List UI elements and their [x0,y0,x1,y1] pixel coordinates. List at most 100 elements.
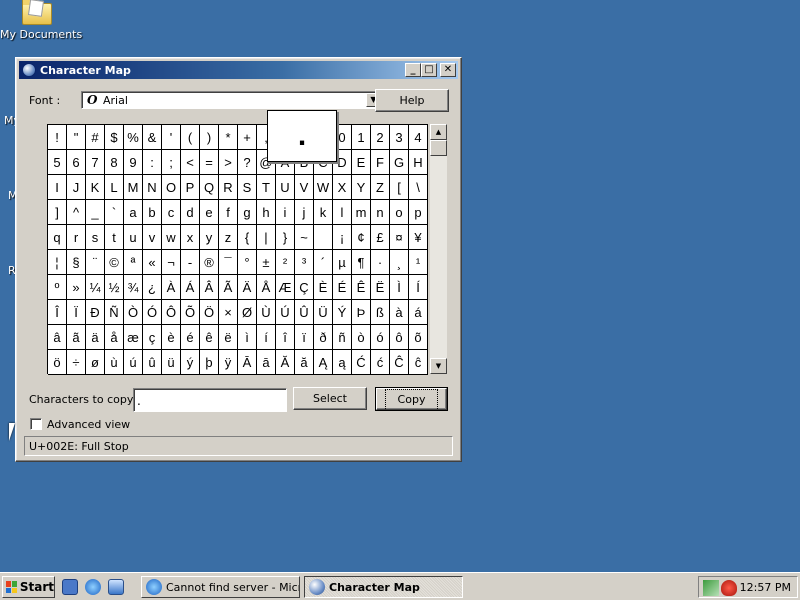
title-bar[interactable]: Character Map _ □ ✕ [19,61,458,79]
character-cell[interactable]: d [181,200,200,225]
character-cell[interactable]: T [257,175,276,200]
character-cell[interactable]: Ă [276,350,295,375]
character-cell[interactable]: Ü [314,300,333,325]
character-cell[interactable]: × [219,300,238,325]
character-cell[interactable]: ï [295,325,314,350]
character-cell[interactable]: ¾ [124,275,143,300]
character-cell[interactable]: à [390,300,409,325]
character-cell[interactable]: f [219,200,238,225]
character-cell[interactable]: ; [162,150,181,175]
task-button-character-map[interactable]: Character Map [304,576,463,598]
character-cell[interactable]: ) [200,125,219,150]
character-cell[interactable]: q [48,225,67,250]
character-cell[interactable]: ą [333,350,352,375]
character-cell[interactable]: : [143,150,162,175]
character-cell[interactable]: R [219,175,238,200]
character-cell[interactable]: æ [124,325,143,350]
character-cell[interactable]: X [333,175,352,200]
task-button-browser[interactable]: Cannot find server - Micr... [141,576,300,598]
character-cell[interactable]: â [48,325,67,350]
character-cell[interactable]: Î [48,300,67,325]
character-cell[interactable]: % [124,125,143,150]
copy-button[interactable]: Copy [375,387,448,411]
character-cell[interactable]: ¶ [352,250,371,275]
grid-scrollbar[interactable]: ▲ ▼ [430,124,447,374]
character-cell[interactable]: Ć [352,350,371,375]
character-cell[interactable]: ó [371,325,390,350]
character-cell[interactable]: ³ [295,250,314,275]
advanced-view-label[interactable]: Advanced view [47,418,130,431]
character-cell[interactable]: ª [124,250,143,275]
character-cell[interactable]: Õ [181,300,200,325]
character-cell[interactable]: F [371,150,390,175]
character-cell[interactable]: Í [409,275,428,300]
character-cell[interactable]: ^ [67,200,86,225]
character-cell[interactable]: k [314,200,333,225]
character-cell[interactable]: ê [200,325,219,350]
character-cell[interactable]: S [238,175,257,200]
character-cell[interactable]: ð [314,325,333,350]
character-cell[interactable]: È [314,275,333,300]
character-cell[interactable] [314,225,333,250]
character-cell[interactable]: Þ [352,300,371,325]
character-cell[interactable]: Ù [257,300,276,325]
character-cell[interactable]: 7 [86,150,105,175]
select-button[interactable]: Select [293,387,367,410]
character-cell[interactable]: h [257,200,276,225]
character-cell[interactable]: ° [238,250,257,275]
character-cell[interactable]: i [276,200,295,225]
character-cell[interactable]: = [200,150,219,175]
character-cell[interactable]: ¨ [86,250,105,275]
character-cell[interactable]: { [238,225,257,250]
character-cell[interactable]: ĉ [409,350,428,375]
character-cell[interactable]: p [409,200,428,225]
character-cell[interactable]: Ñ [105,300,124,325]
character-cell[interactable]: å [105,325,124,350]
character-cell[interactable]: O [162,175,181,200]
character-cell[interactable]: ß [371,300,390,325]
clock[interactable]: 12:57 PM [740,581,791,594]
character-cell[interactable]: ¸ [390,250,409,275]
character-cell[interactable]: Ã [219,275,238,300]
character-cell[interactable]: z [219,225,238,250]
character-cell[interactable]: l [333,200,352,225]
character-cell[interactable]: 2 [371,125,390,150]
character-cell[interactable]: ë [219,325,238,350]
character-cell[interactable]: ö [48,350,67,375]
character-cell[interactable]: ñ [333,325,352,350]
character-cell[interactable]: ? [238,150,257,175]
character-cell[interactable]: Ú [276,300,295,325]
character-cell[interactable]: ! [48,125,67,150]
outlook-express-icon[interactable] [108,579,124,595]
character-cell[interactable]: v [143,225,162,250]
character-cell[interactable]: ă [295,350,314,375]
character-cell[interactable]: Ô [162,300,181,325]
character-cell[interactable]: ä [86,325,105,350]
character-cell[interactable]: º [48,275,67,300]
character-cell[interactable]: é [181,325,200,350]
character-cell[interactable]: N [143,175,162,200]
character-cell[interactable]: Ç [295,275,314,300]
advanced-view-checkbox[interactable] [30,418,42,430]
character-cell[interactable]: _ [86,200,105,225]
character-cell[interactable]: t [105,225,124,250]
character-cell[interactable]: ~ [295,225,314,250]
character-cell[interactable]: U [276,175,295,200]
character-cell[interactable]: $ [105,125,124,150]
character-cell[interactable]: ø [86,350,105,375]
character-cell[interactable]: « [143,250,162,275]
character-cell[interactable]: À [162,275,181,300]
start-button[interactable]: Start [2,576,55,598]
character-cell[interactable]: ¤ [390,225,409,250]
character-cell[interactable]: ü [162,350,181,375]
network-icon[interactable] [703,580,719,596]
character-cell[interactable]: 8 [105,150,124,175]
character-cell[interactable]: ¥ [409,225,428,250]
character-cell[interactable]: ú [124,350,143,375]
character-cell[interactable]: Ì [390,275,409,300]
character-cell[interactable]: s [86,225,105,250]
character-cell[interactable]: < [181,150,200,175]
character-cell[interactable]: ¡ [333,225,352,250]
character-cell[interactable]: o [390,200,409,225]
character-cell[interactable]: ù [105,350,124,375]
